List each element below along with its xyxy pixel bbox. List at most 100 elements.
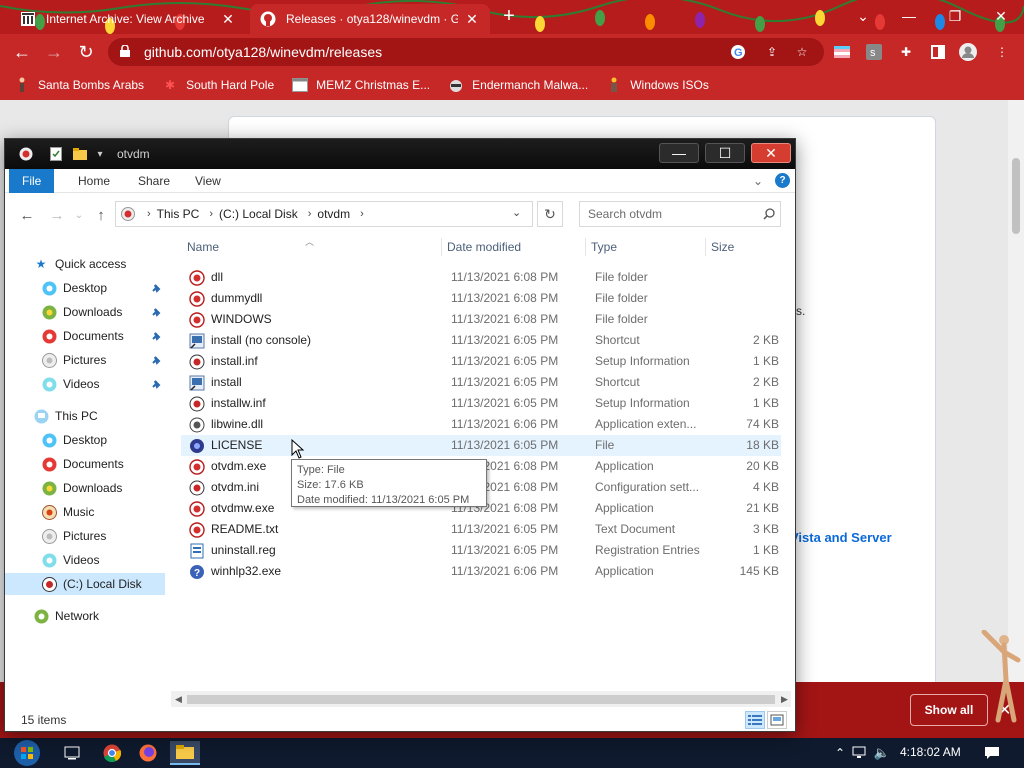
minimize-button[interactable]: — [659,143,699,163]
address-dropdown-icon[interactable]: ⌄ [512,206,521,219]
table-row[interactable]: WINDOWS 11/13/2021 6:08 PM File folder [181,309,781,330]
table-row[interactable]: dll 11/13/2021 6:08 PM File folder [181,267,781,288]
close-window-button[interactable]: ✕ [751,143,791,163]
sidebar-item-pc-desktop[interactable]: Desktop [5,429,165,451]
table-row[interactable]: ? winhlp32.exe 11/13/2021 6:06 PM Applicati… [181,561,781,582]
file-explorer-taskbar-icon[interactable] [170,741,200,765]
table-row[interactable]: installw.inf 11/13/2021 6:05 PM Setup Info… [181,393,781,414]
restore-button[interactable]: ❐ [932,0,978,32]
breadcrumb[interactable]: › This PC › (C:) Local Disk › otvdm › ⌄ [115,201,533,227]
large-icons-view-icon[interactable] [767,711,787,729]
back-button[interactable]: ← [10,40,34,64]
tab-winevdm-releases[interactable]: Releases · otya128/winevdm · Git ✕ [250,4,490,34]
google-icon[interactable]: G [728,42,748,62]
sidebar-item-pc-music[interactable]: Music [5,501,165,523]
sidebar-item-pc-videos[interactable]: Videos [5,549,165,571]
sidebar-item-quick-pictures[interactable]: Pictures [5,349,165,371]
sidebar-item-quick-videos[interactable]: Videos [5,373,165,395]
refresh-button[interactable]: ↻ [537,201,563,227]
tab-share[interactable]: Share [125,169,183,193]
share-icon[interactable]: ⇪ [762,42,782,62]
side-panel-icon[interactable] [928,42,948,62]
scroll-right-icon[interactable]: ▶ [781,694,788,705]
sidebar-item-pc-downloads[interactable]: Downloads [5,477,165,499]
page-scroll-thumb[interactable] [1012,158,1020,234]
tab-search-icon[interactable]: ⌄ [840,0,886,32]
sidebar-item-quick-downloads[interactable]: Downloads [5,301,165,323]
browser-menu-icon[interactable]: ⋮ [992,42,1012,62]
properties-icon[interactable] [47,145,65,163]
reload-button[interactable]: ↻ [74,40,98,64]
back-button[interactable]: ← [17,205,37,225]
volume-icon[interactable]: 🔈 [870,741,894,765]
bookmark-endermanch-malware[interactable]: Endermanch Malwa... [448,77,588,93]
close-icon[interactable]: ✕ [464,11,480,28]
quick-access-dropdown-icon[interactable]: ▾ [91,145,109,163]
pin-icon[interactable] [149,305,163,319]
notifications-icon[interactable] [980,741,1004,765]
details-view-icon[interactable] [745,711,765,729]
breadcrumb-separator-icon[interactable]: › [308,208,312,220]
pin-icon[interactable] [149,353,163,367]
release-asset-link[interactable]: Vista and Server [790,530,892,545]
network-icon[interactable] [848,741,872,765]
forward-button[interactable]: → [47,205,67,225]
tab-view[interactable]: View [182,169,234,193]
search-input[interactable]: Search otvdm [579,201,781,227]
table-row[interactable]: dummydll 11/13/2021 6:08 PM File folder [181,288,781,309]
new-folder-icon[interactable] [71,145,89,163]
breadcrumb-otvdm[interactable]: otvdm [317,207,350,221]
table-row[interactable]: uninstall.reg 11/13/2021 6:05 PM Registrat… [181,540,781,561]
table-row[interactable]: LICENSE 11/13/2021 6:05 PM File 18 KB [181,435,781,456]
start-button[interactable] [10,740,44,766]
sidebar-item-quick-desktop[interactable]: Desktop [5,277,165,299]
pin-icon[interactable] [149,329,163,343]
table-row[interactable]: install 11/13/2021 6:05 PM Shortcut 2 KB [181,372,781,393]
chrome-icon[interactable] [100,741,124,765]
maximize-button[interactable]: ☐ [705,143,745,163]
system-clock[interactable]: 4:18:02 AM [900,745,961,759]
breadcrumb-separator-icon[interactable]: › [209,208,213,220]
expand-ribbon-icon[interactable]: ⌄ [753,174,763,188]
sidebar-item-pc-documents[interactable]: Documents [5,453,165,475]
bookmark-south-hard-pole[interactable]: ✱ South Hard Pole [162,77,274,93]
bookmark-star-icon[interactable]: ☆ [792,42,812,62]
extensions-puzzle-icon[interactable]: ✚ [896,42,916,62]
close-window-button[interactable]: ✕ [978,0,1024,32]
tab-internet-archive[interactable]: Internet Archive: View Archive ✕ [10,4,246,34]
horizontal-scrollbar[interactable]: ◀ ▶ [171,691,791,707]
breadcrumb-separator-icon[interactable]: › [147,208,151,220]
extension-s-icon[interactable]: s [864,42,884,62]
pin-icon[interactable] [149,281,163,295]
tab-file[interactable]: File [9,169,55,193]
column-header-date-modified[interactable]: Date modified [441,235,585,259]
table-row[interactable]: libwine.dll 11/13/2021 6:06 PM Application… [181,414,781,435]
sidebar-item-quick-access[interactable]: ★ Quick access [5,253,165,275]
table-row[interactable]: README.txt 11/13/2021 6:05 PM Text Documen… [181,519,781,540]
sidebar-item-network[interactable]: Network [5,605,165,627]
table-row[interactable]: install.inf 11/13/2021 6:05 PM Setup Infor… [181,351,781,372]
profile-avatar-icon[interactable] [958,42,978,62]
recent-locations-icon[interactable]: ⌄ [69,205,89,225]
sidebar-item-this-pc[interactable]: This PC [5,405,165,427]
new-tab-button[interactable]: + [498,6,520,28]
address-bar[interactable]: github.com/otya128/winevdm/releases [108,38,824,66]
bookmark-memz-christmas[interactable]: MEMZ Christmas E... [292,77,430,93]
minimize-button[interactable]: — [886,0,932,32]
table-row[interactable]: install (no console) 11/13/2021 6:05 PM Sh… [181,330,781,351]
show-all-downloads-button[interactable]: Show all [910,694,988,726]
pin-icon[interactable] [149,377,163,391]
help-icon[interactable]: ? [775,173,790,188]
tab-home[interactable]: Home [65,169,123,193]
sidebar-item-pc-c-local-disk[interactable]: (C:) Local Disk [5,573,165,595]
sidebar-item-pc-pictures[interactable]: Pictures [5,525,165,547]
horizontal-scroll-thumb[interactable] [187,695,775,704]
breadcrumb-separator-icon[interactable]: › [360,208,364,220]
explorer-titlebar[interactable]: ▾ otvdm — ☐ ✕ [5,139,795,169]
column-header-size[interactable]: Size [705,235,781,259]
bookmark-santa-bombs-arabs[interactable]: Santa Bombs Arabs [14,77,144,93]
column-header-type[interactable]: Type [585,235,705,259]
close-icon[interactable]: ✕ [220,11,236,28]
bookmark-windows-isos[interactable]: Windows ISOs [606,77,709,93]
page-scrollbar[interactable] [1008,100,1024,682]
